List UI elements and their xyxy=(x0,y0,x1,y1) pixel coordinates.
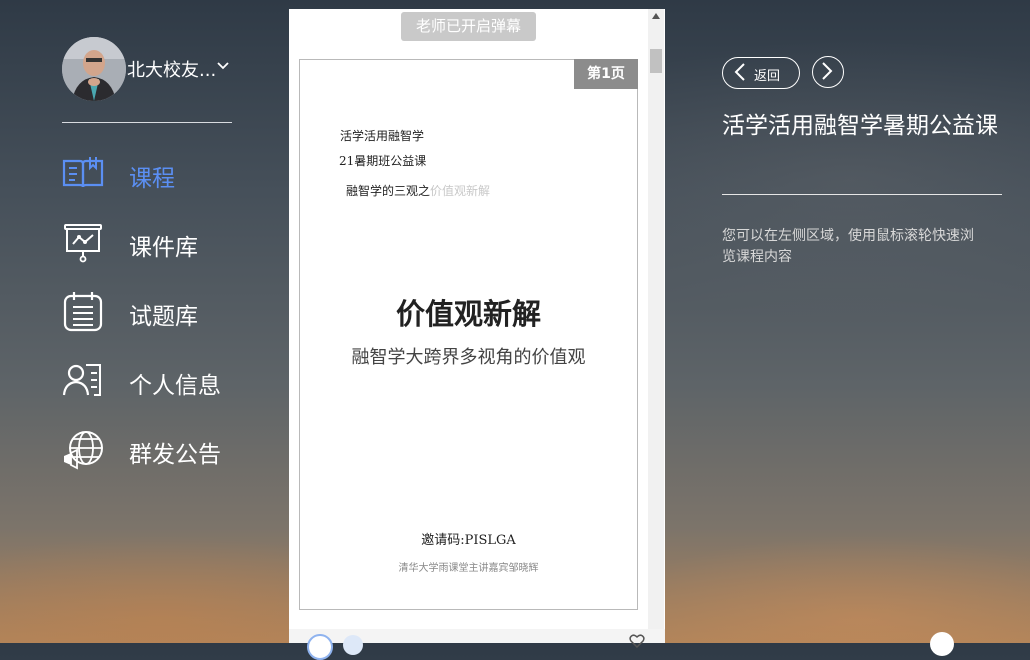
back-button[interactable]: 返回 xyxy=(722,57,800,89)
nav-item-question-bank[interactable]: 试题库 xyxy=(62,290,262,332)
next-button[interactable] xyxy=(812,56,844,88)
viewer-toolbar xyxy=(289,629,665,660)
slide-credit: 清华大学雨课堂主讲嘉宾邹晓辉 xyxy=(398,563,539,574)
slide-page: 第1页 活学活用融智学 21暑期班公益课 融智学的三观之价值观新解 价值观新解 … xyxy=(299,59,638,610)
nav-item-courses[interactable]: 课程 xyxy=(62,152,262,194)
emoji-icon[interactable] xyxy=(930,632,954,656)
nav-item-profile[interactable]: 个人信息 xyxy=(62,359,262,401)
chevron-right-icon xyxy=(822,62,833,80)
slide-viewer[interactable]: 老师已开启弹幕 第1页 活学活用融智学 21暑期班公益课 融智学的三观之价值观新… xyxy=(289,9,665,660)
back-button-label: 返回 xyxy=(754,69,781,84)
scroll-up-icon[interactable] xyxy=(652,13,660,19)
calendar-list-icon xyxy=(63,292,103,332)
nav-item-announcements[interactable]: 群发公告 xyxy=(62,428,262,470)
right-divider xyxy=(722,194,1002,195)
slide-line: 21暑期班公益课 xyxy=(339,154,427,168)
toolbar-circle-button[interactable] xyxy=(307,634,333,660)
book-icon xyxy=(62,157,104,188)
slide-line: 活学活用融智学 xyxy=(340,129,425,143)
page-number-tag: 第1页 xyxy=(574,59,638,89)
nav-item-label: 群发公告 xyxy=(129,442,221,468)
slide-line-faded: 价值观新解 xyxy=(430,184,491,198)
toolbar-circle-button[interactable] xyxy=(343,635,363,655)
course-title: 活学活用融智学暑期公益课 xyxy=(722,113,998,139)
danmu-button[interactable]: 老师已开启弹幕 xyxy=(401,12,536,41)
chevron-left-icon xyxy=(734,63,745,81)
nav-item-label: 试题库 xyxy=(129,304,198,330)
scrollbar[interactable] xyxy=(648,9,664,629)
username[interactable]: 北大校友... xyxy=(127,56,216,82)
scroll-hint: 您可以在左侧区域，使用鼠标滚轮快速浏览课程内容 xyxy=(722,228,974,265)
globe-broadcast-icon xyxy=(64,431,103,470)
nav-item-courseware[interactable]: 课件库 xyxy=(62,221,262,263)
presentation-icon xyxy=(64,224,102,263)
scroll-thumb[interactable] xyxy=(650,49,662,73)
slide-line: 融智学的三观之价值观新解 xyxy=(346,182,490,199)
chevron-down-icon[interactable] xyxy=(217,62,229,70)
sidebar-divider xyxy=(62,122,232,123)
slide-title: 价值观新解 xyxy=(395,297,541,331)
nav-item-label: 课程 xyxy=(129,166,175,192)
avatar[interactable] xyxy=(62,37,126,101)
slide-line-main: 融智学的三观之 xyxy=(346,184,431,198)
nav-item-label: 课件库 xyxy=(129,235,198,261)
invite-code: 邀请码:PISLGA xyxy=(421,533,516,548)
profile-card-icon xyxy=(62,364,101,396)
slide-subtitle: 融智学大跨界多视角的价值观 xyxy=(351,347,586,368)
nav-item-label: 个人信息 xyxy=(129,373,221,399)
heart-icon[interactable] xyxy=(629,634,645,648)
